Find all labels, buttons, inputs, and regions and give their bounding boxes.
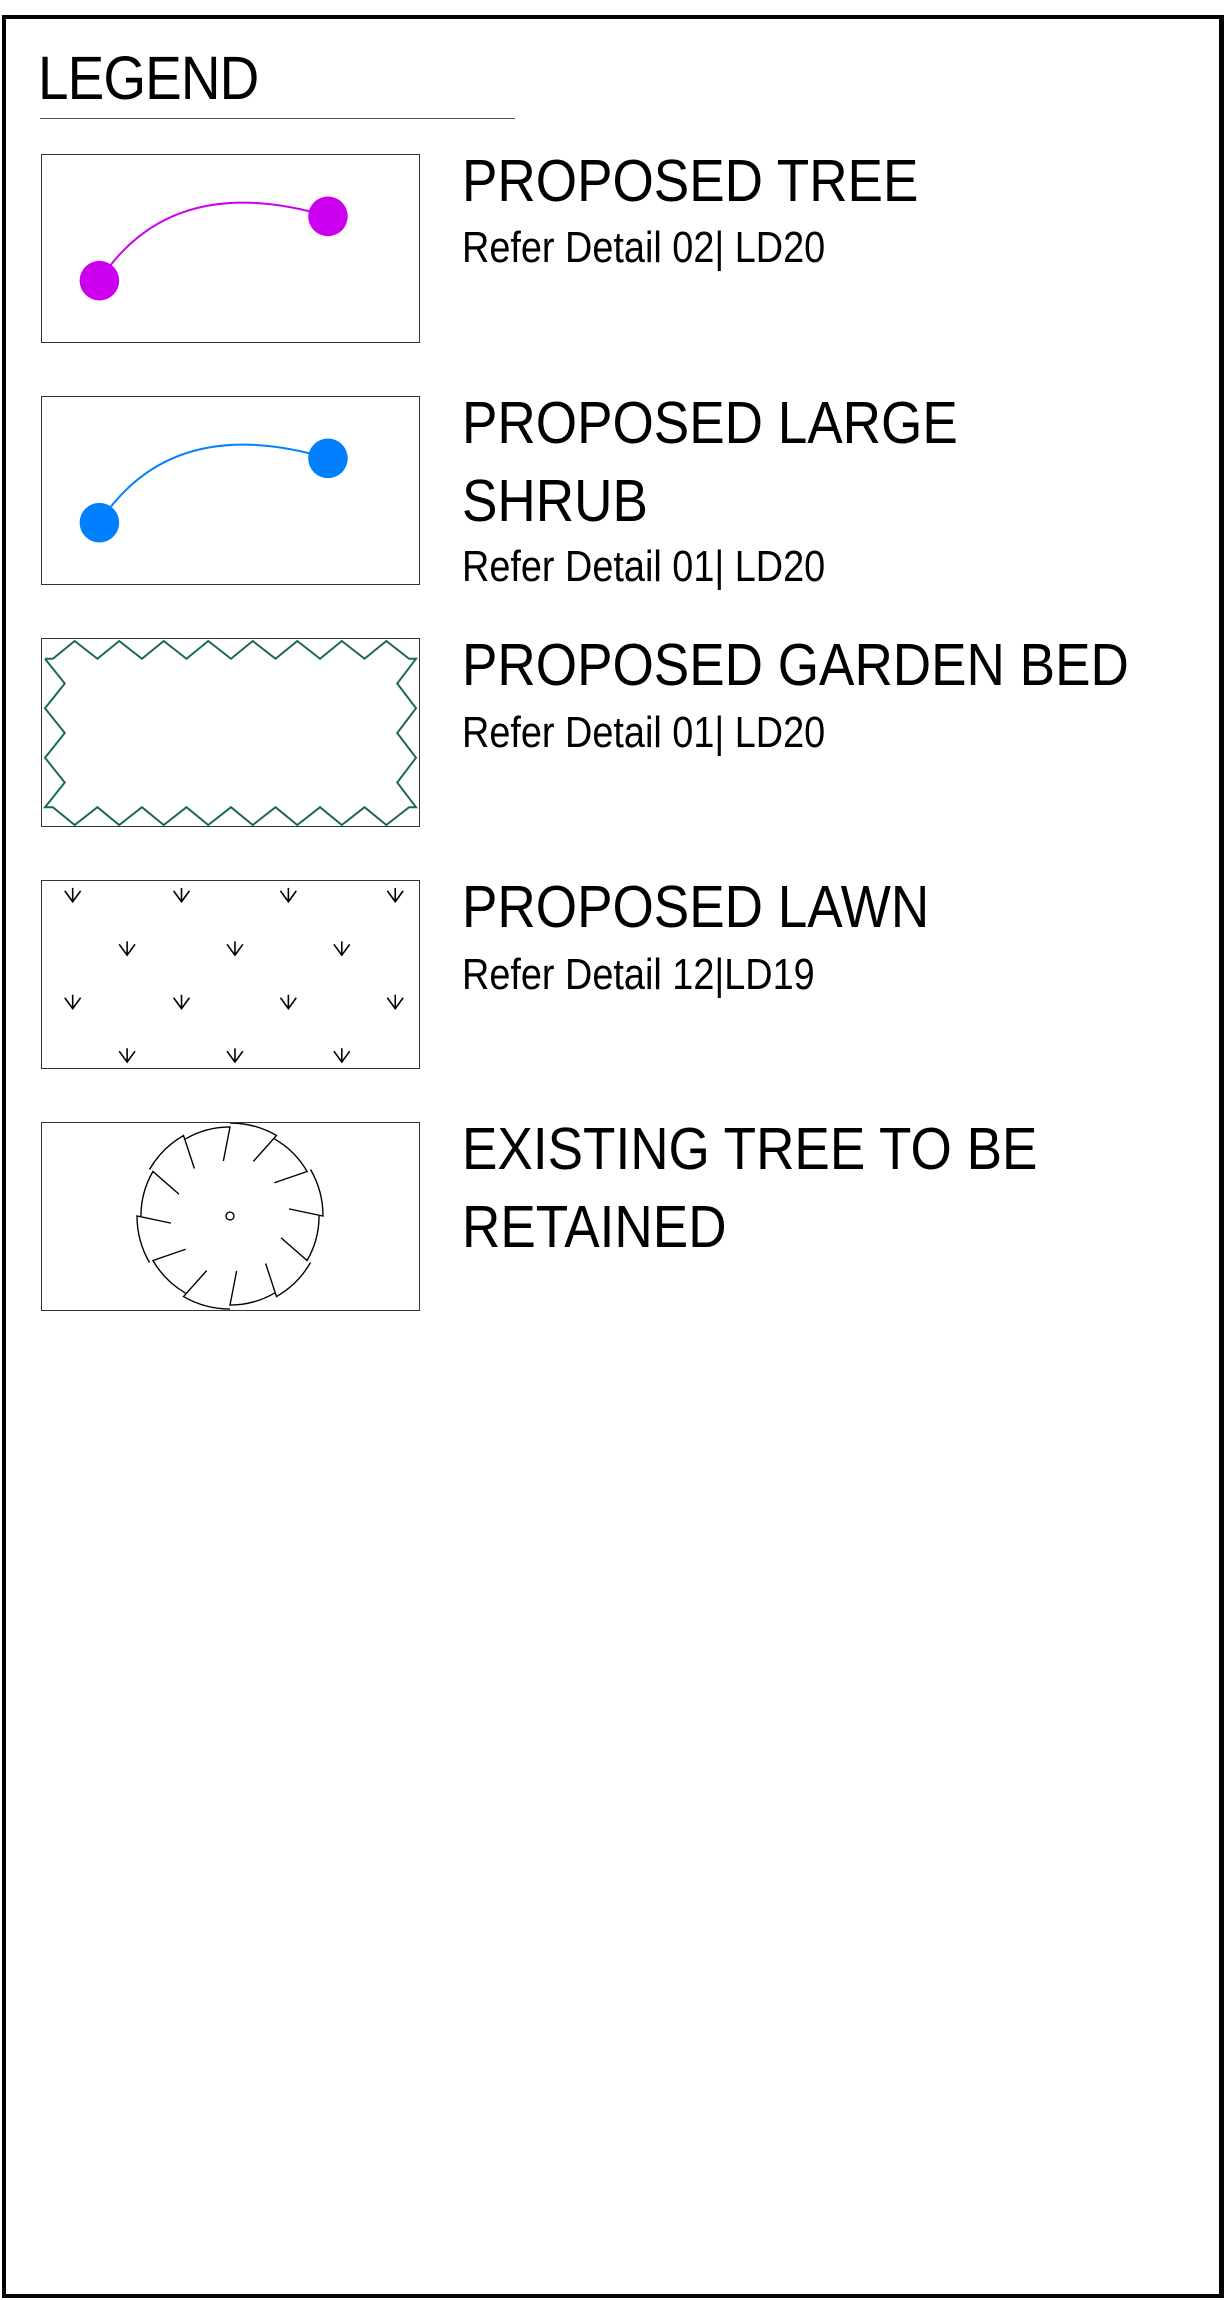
title-underline (40, 118, 515, 119)
lawn-swatch (41, 880, 420, 1069)
legend-item-reference: Refer Detail 02| LD20 (462, 223, 826, 272)
legend-item-label: PROPOSED TREE (462, 148, 919, 214)
legend-item-label: EXISTING TREE TO BE RETAINED (462, 1116, 1038, 1260)
legend-item-reference: Refer Detail 12|LD19 (462, 950, 815, 999)
existing-tree-swatch (41, 1122, 420, 1311)
tree-symbol-icon (79, 196, 348, 301)
legend-item-label: PROPOSED GARDEN BED (462, 632, 1129, 698)
legend-title: LEGEND (38, 44, 259, 112)
shrub-symbol-icon (79, 438, 348, 543)
legend-item-label: PROPOSED LAWN (462, 874, 930, 940)
legend-item-reference: Refer Detail 01| LD20 (462, 708, 826, 757)
garden-bed-hatch-icon (42, 639, 419, 826)
legend-item-reference: Refer Detail 01| LD20 (462, 542, 826, 591)
lawn-hatch-icon (64, 887, 404, 1064)
tree-symbol-swatch (41, 154, 420, 343)
garden-bed-swatch (41, 638, 420, 827)
legend-item-label: PROPOSED LARGE SHRUB (462, 390, 958, 534)
existing-tree-icon (136, 1123, 324, 1310)
shrub-symbol-swatch (41, 396, 420, 585)
